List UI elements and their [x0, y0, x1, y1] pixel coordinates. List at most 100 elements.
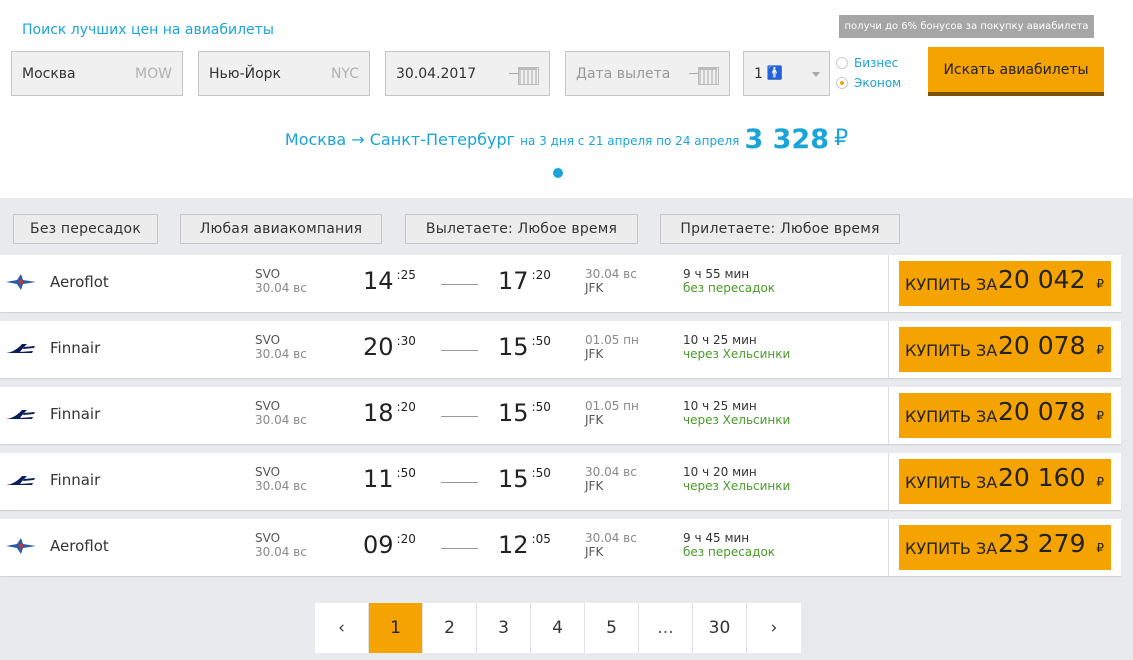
filter-arrival-time[interactable]: Прилетаете: Любое время [660, 214, 900, 244]
ticket-price: 23 279 [998, 529, 1086, 558]
departure-hour: 18 [363, 399, 394, 427]
departure-info: SVO 30.04 вс [255, 531, 307, 559]
business-label: Бизнес [854, 56, 899, 70]
destination-field[interactable]: Нью-Йорк NYC [198, 51, 370, 96]
depart-date: 30.04.2017 [396, 65, 477, 82]
prev-page-button[interactable]: ‹ [315, 603, 369, 653]
departure-date: 30.04 вс [255, 281, 307, 295]
bonus-banner[interactable]: получи до 6% бонусов за покупку авиабиле… [839, 15, 1094, 38]
currency-symbol: ₽ [1096, 475, 1104, 489]
class-economy-option[interactable]: Эконом [836, 76, 901, 90]
airline-name: Aeroflot [50, 537, 109, 555]
flight-row[interactable]: Aeroflot SVO 30.04 вс 09:20 12:05 30.04 вс JFK… [0, 519, 1121, 576]
page-1[interactable]: 1 [369, 603, 423, 653]
filter-departure-time[interactable]: Вылетаете: Любое время [405, 214, 638, 244]
departure-info: SVO 30.04 вс [255, 465, 307, 493]
flight-duration-info: 9 ч 55 мин без пересадок [683, 267, 775, 295]
buy-label: КУПИТЬ ЗА [905, 407, 998, 426]
flight-duration-info: 10 ч 25 мин через Хельсинки [683, 333, 790, 361]
departure-date: 30.04 вс [255, 545, 307, 559]
arrival-time: 17:20 [498, 267, 551, 295]
route-line [441, 482, 478, 483]
arrival-hour: 17 [498, 267, 529, 295]
passengers-select[interactable]: 1 🚹 [743, 51, 830, 96]
flight-duration-info: 9 ч 45 мин без пересадок [683, 531, 775, 559]
flight-row[interactable]: Finnair SVO 30.04 вс 18:20 15:50 01.05 пн JFK 1… [0, 387, 1121, 444]
page-last[interactable]: 30 [693, 603, 747, 653]
departure-minute: :30 [396, 334, 416, 348]
arrival-date: 30.04 вс [585, 531, 637, 545]
promo-currency: ₽ [834, 126, 849, 151]
route-line [441, 284, 478, 285]
calendar-icon[interactable] [689, 64, 719, 85]
depart-date-field[interactable]: 30.04.2017 [385, 51, 550, 96]
buy-button[interactable]: КУПИТЬ ЗА 20 042 ₽ [899, 261, 1111, 306]
flight-row[interactable]: Aeroflot SVO 30.04 вс 14:25 17:20 30.04 вс JFK… [0, 255, 1121, 312]
ticket-price: 20 078 [998, 331, 1086, 360]
filter-direct[interactable]: Без пересадок [13, 214, 158, 244]
departure-time: 20:30 [363, 333, 416, 361]
currency-symbol: ₽ [1096, 343, 1104, 357]
promo-offer[interactable]: Москва → Санкт-Петербург на 3 дня с 21 а… [0, 124, 1133, 155]
next-page-button[interactable]: › [747, 603, 801, 653]
class-business-option[interactable]: Бизнес [836, 56, 898, 70]
departure-airport: SVO [255, 399, 281, 413]
finnair-logo-icon [5, 404, 37, 424]
chevron-down-icon [812, 72, 820, 77]
page-5[interactable]: 5 [585, 603, 639, 653]
buy-label: КУПИТЬ ЗА [905, 275, 998, 294]
flight-duration-info: 10 ч 25 мин через Хельсинки [683, 399, 790, 427]
origin-field[interactable]: Москва MOW [11, 51, 183, 96]
buy-button[interactable]: КУПИТЬ ЗА 23 279 ₽ [899, 525, 1111, 570]
arrival-info: 01.05 пн JFK [585, 333, 639, 361]
buy-label: КУПИТЬ ЗА [905, 473, 998, 492]
departure-hour: 14 [363, 267, 394, 295]
promo-route: Москва → Санкт-Петербург [284, 130, 516, 149]
arrival-time: 15:50 [498, 465, 551, 493]
origin-code: MOW [135, 65, 172, 82]
return-date-field[interactable]: Дата вылета [565, 51, 730, 96]
buy-button[interactable]: КУПИТЬ ЗА 20 160 ₽ [899, 459, 1111, 504]
search-button[interactable]: Искать авиабилеты [928, 47, 1104, 96]
flight-duration: 10 ч 25 мин [683, 333, 757, 347]
departure-hour: 11 [363, 465, 394, 493]
filter-airline[interactable]: Любая авиакомпания [180, 214, 382, 244]
origin-city: Москва [22, 65, 76, 82]
page-title: Поиск лучших цен на авиабилеты [22, 22, 274, 38]
flight-duration: 10 ч 20 мин [683, 465, 757, 479]
business-radio[interactable] [836, 57, 848, 69]
departure-time: 11:50 [363, 465, 416, 493]
arrival-date: 01.05 пн [585, 399, 639, 413]
arrival-info: 30.04 вс JFK [585, 267, 637, 295]
ticket-price: 20 078 [998, 397, 1086, 426]
calendar-icon[interactable] [509, 64, 539, 85]
aeroflot-logo-icon [5, 272, 37, 292]
page-3[interactable]: 3 [477, 603, 531, 653]
departure-minute: :20 [396, 532, 416, 546]
row-divider [888, 321, 889, 378]
arrival-time: 15:50 [498, 333, 551, 361]
buy-button[interactable]: КУПИТЬ ЗА 20 078 ₽ [899, 393, 1111, 438]
arrival-time: 15:50 [498, 399, 551, 427]
buy-button[interactable]: КУПИТЬ ЗА 20 078 ₽ [899, 327, 1111, 372]
arrival-minute: :50 [531, 466, 551, 480]
row-divider [888, 387, 889, 444]
airline-name: Aeroflot [50, 273, 109, 291]
flight-duration: 10 ч 25 мин [683, 399, 757, 413]
arrival-date: 30.04 вс [585, 267, 637, 281]
return-date-placeholder: Дата вылета [576, 65, 671, 82]
carousel-dot[interactable] [553, 168, 563, 178]
economy-radio[interactable] [836, 77, 848, 89]
arrival-airport: JFK [585, 281, 604, 295]
person-icon: 🚹 [766, 66, 784, 81]
currency-symbol: ₽ [1096, 277, 1104, 291]
flight-row[interactable]: Finnair SVO 30.04 вс 20:30 15:50 01.05 пн JFK 1… [0, 321, 1121, 378]
arrival-minute: :50 [531, 334, 551, 348]
departure-airport: SVO [255, 333, 281, 347]
flight-row[interactable]: Finnair SVO 30.04 вс 11:50 15:50 30.04 вс JFK 1… [0, 453, 1121, 510]
page-2[interactable]: 2 [423, 603, 477, 653]
flight-duration: 9 ч 55 мин [683, 267, 750, 281]
departure-hour: 09 [363, 531, 394, 559]
page-4[interactable]: 4 [531, 603, 585, 653]
arrival-airport: JFK [585, 413, 604, 427]
